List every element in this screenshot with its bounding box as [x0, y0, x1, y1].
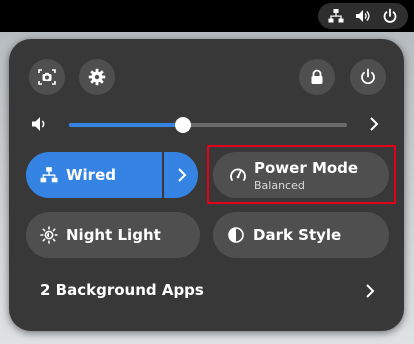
background-apps-row[interactable]: 2 Background Apps: [9, 269, 404, 309]
wired-tile: Wired: [26, 152, 198, 198]
chevron-right-icon[interactable]: [366, 116, 382, 132]
dark-style-tile[interactable]: Dark Style: [213, 212, 389, 258]
system-status-menu[interactable]: [318, 3, 408, 29]
lock-button[interactable]: [299, 59, 335, 95]
volume-icon: [32, 117, 45, 131]
background-apps-label: 2 Background Apps: [40, 281, 204, 299]
volume-slider[interactable]: [69, 117, 347, 133]
power-mode-highlight-box: [207, 145, 396, 204]
night-light-icon: [40, 226, 58, 244]
power-icon: [383, 8, 397, 23]
volume-icon: [356, 10, 370, 22]
screenshot-icon: [38, 69, 56, 85]
power-button[interactable]: [350, 59, 386, 95]
volume-slider-fill: [69, 123, 183, 127]
top-bar: [0, 0, 414, 32]
chevron-right-icon: [366, 284, 375, 298]
wired-label: Wired: [66, 166, 116, 184]
settings-button[interactable]: [79, 59, 115, 95]
screenshot-button[interactable]: [29, 59, 65, 95]
lock-icon: [311, 69, 323, 84]
dark-style-label: Dark Style: [253, 226, 342, 244]
chevron-right-icon: [178, 168, 187, 182]
gear-icon: [88, 68, 106, 86]
volume-slider-knob[interactable]: [174, 117, 191, 133]
power-icon: [361, 68, 375, 85]
night-light-tile[interactable]: Night Light: [26, 212, 200, 258]
network-wired-icon: [40, 167, 58, 183]
network-wired-icon: [328, 9, 344, 23]
wired-menu-button[interactable]: [164, 152, 198, 198]
wired-toggle[interactable]: Wired: [26, 152, 162, 198]
night-light-label: Night Light: [66, 226, 161, 244]
dark-style-icon: [228, 227, 244, 243]
